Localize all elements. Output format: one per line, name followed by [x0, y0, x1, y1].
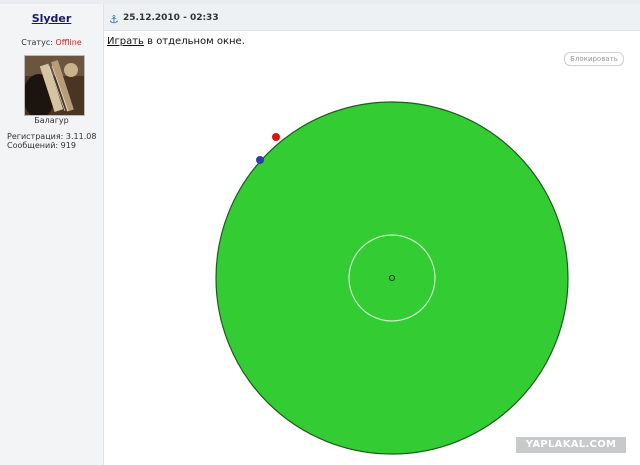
- user-status: Статус: Offline: [0, 38, 103, 47]
- status-label: Статус:: [21, 38, 53, 47]
- block-button[interactable]: Блокировать: [564, 52, 624, 66]
- post-body: Играть в отдельном окне.: [107, 36, 245, 47]
- user-rank: Балагур: [34, 116, 69, 125]
- username-link[interactable]: Slyder: [0, 12, 103, 25]
- user-message-count: Сообщений: 919: [7, 141, 76, 150]
- user-registered: Регистрация: 3.11.08: [7, 132, 97, 141]
- game-canvas[interactable]: [212, 100, 570, 458]
- watermark-logo: YAPLAKAL.COM: [516, 437, 626, 453]
- blue-player-dot: [256, 156, 264, 164]
- avatar: [24, 55, 85, 116]
- user-meta: Регистрация: 3.11.08 Сообщений: 919: [7, 132, 96, 150]
- play-rest-text: в отдельном окне.: [143, 36, 245, 47]
- status-value: Offline: [55, 38, 82, 47]
- anchor-icon[interactable]: ⚓: [109, 13, 119, 26]
- game-field: [215, 101, 569, 455]
- play-link[interactable]: Играть: [107, 36, 144, 47]
- post-date: 25.12.2010 - 02:33: [123, 13, 219, 23]
- red-player-dot: [272, 133, 280, 141]
- user-sidebar: Slyder Статус: Offline Балагур Регистрац…: [0, 4, 104, 465]
